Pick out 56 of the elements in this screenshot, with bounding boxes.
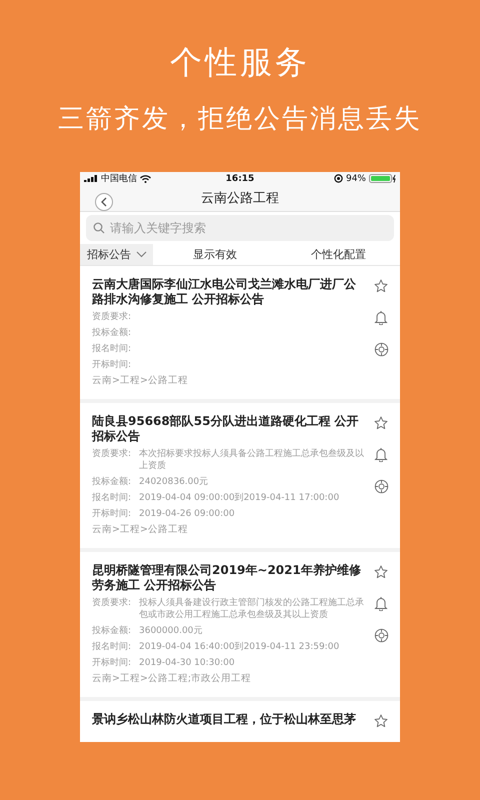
tender-card[interactable]: 云南大唐国际李仙江水电公司戈兰滩水电厂进厂公路排水沟修复施工 公开招标公告 资质要求: 投标金额: 报名时间: 开标时间: 云南>工程>公路工程 (80, 266, 400, 399)
field-label: 资质要求: (92, 311, 132, 323)
headline: 个性服务 (170, 42, 310, 82)
field-label: 资质要求: (92, 448, 132, 461)
bell-icon[interactable] (374, 447, 388, 462)
search-field[interactable]: 请输入关键字搜索 (86, 214, 394, 241)
category-path: 云南>工程>公路工程 (92, 524, 189, 536)
tender-title: 云南大唐国际李仙江水电公司戈兰滩水电厂进厂公路排水沟修复施工 公开招标公告 (92, 277, 357, 307)
bell-icon[interactable] (374, 596, 388, 611)
field-label: 资质要求: (92, 597, 132, 610)
star-icon[interactable] (374, 714, 388, 728)
tender-title: 昆明桥隧管理有限公司2019年~2021年养护维修劳务施工 公开招标公告 (92, 563, 362, 593)
back-button[interactable] (95, 193, 113, 211)
category-path: 云南>工程>公路工程;市政公用工程 (92, 673, 252, 685)
carrier-name: 中国电信 (101, 172, 137, 185)
star-icon[interactable] (374, 416, 388, 430)
star-icon[interactable] (374, 279, 388, 293)
category-path: 云南>工程>公路工程 (92, 375, 189, 387)
wifi-icon (140, 174, 151, 182)
crosshair-circle-icon[interactable] (374, 479, 388, 494)
field-label: 投标金额: (92, 625, 132, 637)
crosshair-circle-icon[interactable] (374, 342, 388, 357)
field-label: 开标时间: (92, 508, 132, 520)
tender-title: 陆良县95668部队55分队进出道路硬化工程 公开招标公告 (92, 414, 360, 444)
status-time: 16:15 (226, 174, 254, 184)
field-label: 报名时间: (92, 492, 132, 504)
field-value: 24020836.00元 (139, 476, 210, 488)
signal-icon (84, 175, 98, 182)
field-value: 2019-04-04 16:40:00到2019-04-11 23:59:00 (139, 641, 340, 653)
crosshair-circle-icon[interactable] (374, 628, 388, 643)
subtitle: 三箭齐发，拒绝公告消息丢失 (58, 103, 422, 136)
field-value: 3600000.00元 (139, 625, 204, 637)
caret-icon (136, 250, 147, 258)
rotation-lock-icon (334, 174, 343, 183)
field-label: 报名时间: (92, 641, 132, 653)
tender-card[interactable]: 陆良县95668部队55分队进出道路硬化工程 公开招标公告 资质要求: 本次招标要求投标人须具备公路工程施工总承包叁级及以上资质 投标金额: 24020836.00元 报名时间: 2019-04-04 09:00:00到2019-04-11 17:00:00 开标时间: 2019-04-26 09:00:00 云南>工程>公路工程 (80, 403, 400, 548)
back-icon (100, 197, 108, 207)
field-value: 2019-04-26 09:00:00 (139, 508, 236, 520)
star-icon[interactable] (374, 565, 388, 579)
field-value: 2019-04-30 10:30:00 (139, 657, 236, 669)
field-label: 投标金额: (92, 327, 132, 339)
tender-card[interactable]: 昆明桥隧管理有限公司2019年~2021年养护维修劳务施工 公开招标公告 资质要求: 投标人须具备建设行政主管部门核发的公路工程施工总承包或市政公用工程施工总承包叁级及其以上资质 投标金额: 3600000.00元 报名时间: 2019-04-04 16:40:00到2019-04-11 23:59:00 开标时间: 2019-04-30 10:30:00 云南>工程>公路工程;市政公用工程 (80, 552, 400, 697)
tender-card[interactable]: 景讷乡松山林防火道项目工程，位于松山林至思茅 (80, 701, 400, 742)
battery-percent: 94% (346, 174, 366, 184)
field-label: 开标时间: (92, 359, 132, 371)
field-value: 投标人须具备建设行政主管部门核发的公路工程施工总承包或市政公用工程施工总承包叁级及其以上资质 (139, 597, 365, 621)
tender-title: 景讷乡松山林防火道项目工程，位于松山林至思茅 (92, 712, 357, 727)
field-label: 开标时间: (92, 657, 132, 669)
field-value: 本次招标要求投标人须具备公路工程施工总承包叁级及以上资质 (139, 448, 365, 472)
field-label: 报名时间: (92, 343, 132, 355)
battery-icon (369, 174, 396, 183)
field-label: 投标金额: (92, 476, 132, 488)
page-title: 云南公路工程 (201, 190, 279, 207)
bell-icon[interactable] (374, 310, 388, 325)
field-value: 2019-04-04 09:00:00到2019-04-11 17:00:00 (139, 492, 340, 504)
filter-tab[interactable]: 招标公告 (80, 244, 153, 265)
